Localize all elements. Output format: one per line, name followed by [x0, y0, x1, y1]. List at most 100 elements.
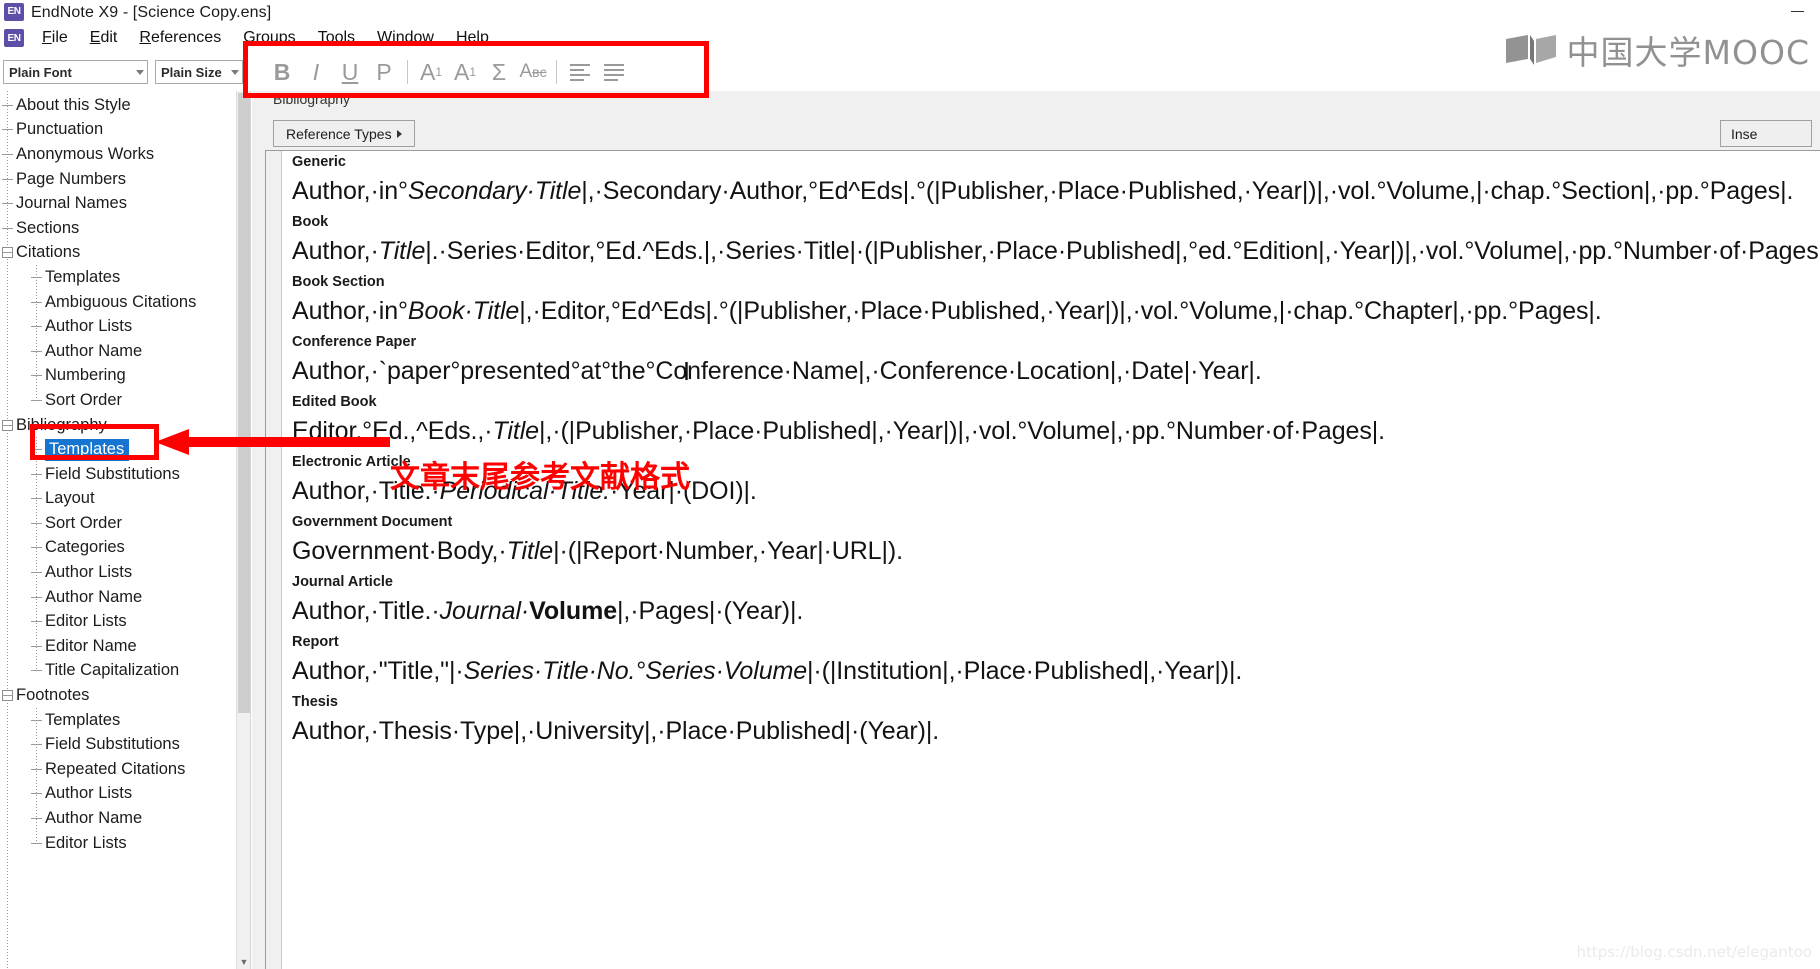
tree-item-label: Title Capitalization: [45, 661, 180, 680]
template-entry[interactable]: Conference Paper Author,·`paper°presented…: [292, 333, 1820, 391]
template-pattern-text[interactable]: Author,·Thesis·Type|,·University|,·Place…: [292, 712, 1820, 751]
tree-item-label: Sections: [16, 218, 80, 237]
underline-button[interactable]: U: [333, 57, 367, 87]
tree-item-label: Templates: [45, 438, 130, 461]
editor-header: Bibliography Reference Types Inse: [265, 91, 1812, 149]
italic-button[interactable]: I: [299, 57, 333, 87]
scroll-down-arrow-icon[interactable]: ▼: [237, 955, 250, 969]
subscript-icon[interactable]: A1: [448, 57, 482, 87]
tree-branch-dash: [2, 178, 13, 180]
menu-item-window[interactable]: Window: [366, 28, 445, 48]
template-entry[interactable]: Edited Book Editor,°Ed.,^Eds.,·Title|,·(|…: [292, 393, 1820, 451]
templates-list[interactable]: Generic Author,·in°Secondary·Title|,·Seco…: [283, 151, 1820, 969]
tree-branch-dash: [2, 424, 13, 426]
menu-item-groups[interactable]: Groups: [232, 28, 306, 48]
tree-branch-dash: [2, 153, 13, 155]
window-controls: [1774, 0, 1820, 25]
template-reference-type-name: Report: [292, 634, 339, 650]
tree-item-sections[interactable]: Sections: [0, 216, 236, 241]
chinese-annotation-text: 文章末尾参考文献格式: [390, 460, 690, 495]
format-button-group: B I U P A1 A1 Σ Aвc: [265, 57, 631, 87]
mooc-brand-watermark: 中国大学MOOC: [1504, 26, 1810, 74]
tree-item-label: Author Lists: [45, 563, 133, 582]
tree-item-label: Editor Lists: [45, 833, 127, 852]
template-entry[interactable]: Government Document Government·Body,·Titl…: [292, 513, 1820, 571]
tree-item-label: Author Name: [45, 341, 143, 360]
tree-branch-dash: [2, 695, 13, 697]
mooc-brand-text: 中国大学MOOC: [1566, 33, 1810, 72]
tree-item-label: Numbering: [45, 366, 126, 385]
endnote-icon: EN: [4, 2, 24, 21]
tree-item-journal-names[interactable]: Journal Names: [0, 191, 236, 216]
template-pattern-text[interactable]: Author,·Title|.·Series·Editor,°Ed.^Eds.|…: [292, 232, 1820, 271]
tree-item-label: Citations: [16, 243, 81, 262]
insert-field-button[interactable]: Inse: [1720, 120, 1812, 147]
tree-item-label: Field Substitutions: [45, 735, 180, 754]
menu-item-tools[interactable]: Tools: [307, 28, 366, 48]
superscript-icon[interactable]: A1: [414, 57, 448, 87]
template-reference-type-name: Book: [292, 214, 329, 230]
tree-item-label: Author Name: [45, 809, 143, 828]
csdn-url-watermark: https://blog.csdn.net/elegantoo: [1576, 943, 1812, 961]
tree-item-punctuation[interactable]: Punctuation: [0, 118, 236, 143]
template-reference-type-name: Conference Paper: [292, 334, 417, 350]
template-reference-type-name: Journal Article: [292, 574, 393, 590]
tree-guide-line: [36, 265, 37, 401]
reference-types-button[interactable]: Reference Types: [273, 120, 415, 147]
tree-item-label: Footnotes: [16, 686, 90, 705]
font-select[interactable]: Plain Font: [3, 60, 148, 84]
tree-branch-dash: [2, 104, 13, 106]
tree-item-label: Author Lists: [45, 317, 133, 336]
font-size-select[interactable]: Plain Size: [155, 60, 243, 84]
style-sections-tree[interactable]: About this Style Punctuation Anonymous Wor…: [0, 91, 236, 855]
template-entry[interactable]: Report Author,·"Title,"|·Series·Title·No.…: [292, 633, 1820, 691]
tree-item-label: Layout: [45, 489, 95, 508]
template-pattern-text[interactable]: Author,·in°Secondary·Title|,·Secondary·A…: [292, 172, 1820, 211]
tree-vertical-scrollbar[interactable]: ▲ ▼: [236, 91, 250, 969]
insert-field-label: Inse: [1731, 125, 1758, 142]
template-pattern-text[interactable]: Author,·`paper°presented°at°the°Conferen…: [292, 352, 1820, 391]
tree-guide-line: [36, 437, 37, 672]
align-left-icon[interactable]: [563, 57, 597, 87]
template-entry[interactable]: Generic Author,·in°Secondary·Title|,·Seco…: [292, 153, 1820, 211]
template-pattern-text[interactable]: Author,·Title.·Journal·Volume|,·Pages|·(…: [292, 592, 1820, 631]
template-entry[interactable]: Thesis Author,·Thesis·Type|,·University|,…: [292, 693, 1820, 751]
chevron-down-icon: [231, 70, 239, 75]
template-pattern-text[interactable]: Author,·in°Book·Title|,·Editor,°Ed^Eds|.…: [292, 292, 1820, 331]
font-select-value: Plain Font: [9, 64, 72, 80]
tree-scrollbar-thumb[interactable]: [238, 93, 250, 713]
align-justify-icon[interactable]: [597, 57, 631, 87]
tree-item-label: Author Lists: [45, 784, 133, 803]
menu-item-edit[interactable]: Edit: [79, 28, 129, 48]
tree-item-citations[interactable]: Citations: [0, 241, 236, 266]
menu-item-references[interactable]: References: [128, 28, 232, 48]
tree-item-footnotes[interactable]: Footnotes: [0, 683, 236, 708]
bold-button[interactable]: B: [265, 57, 299, 87]
menu-item-file[interactable]: File: [31, 28, 79, 48]
caret-right-icon: [396, 129, 402, 138]
tree-item-anonymous-works[interactable]: Anonymous Works: [0, 142, 236, 167]
tree-item-label: Categories: [45, 538, 125, 557]
minimize-button[interactable]: [1774, 0, 1820, 25]
tree-item-page-numbers[interactable]: Page Numbers: [0, 167, 236, 192]
template-pattern-text[interactable]: Author,·"Title,"|·Series·Title·No.°Serie…: [292, 652, 1820, 691]
menu-item-help[interactable]: Help: [445, 28, 500, 48]
tree-item-label: Page Numbers: [16, 169, 127, 188]
strikethrough-abc-icon[interactable]: Aвc: [516, 57, 550, 87]
symbol-sigma-icon[interactable]: Σ: [482, 57, 516, 87]
template-pattern-text[interactable]: Government·Body,·Title|·(|Report·Number,…: [292, 532, 1820, 571]
tree-item-label: Ambiguous Citations: [45, 292, 197, 311]
templates-document-area[interactable]: Generic Author,·in°Secondary·Title|,·Seco…: [265, 150, 1820, 969]
reference-types-label: Reference Types: [286, 125, 392, 142]
tree-item-label: Author Name: [45, 587, 143, 606]
template-entry[interactable]: Book Section Author,·in°Book·Title|,·Edit…: [292, 273, 1820, 331]
document-left-gutter: [266, 151, 282, 969]
endnote-style-editor-window: EN EndNote X9 - [Science Copy.ens] EN Fi…: [0, 0, 1820, 969]
tree-item-label: Bibliography: [16, 415, 107, 434]
template-entry[interactable]: Journal Article Author,·Title.·Journal·Vo…: [292, 573, 1820, 631]
template-pattern-text[interactable]: Editor,°Ed.,^Eds.,·Title|,·(|Publisher,·…: [292, 412, 1820, 451]
template-reference-type-name: Generic: [292, 154, 346, 170]
plain-text-button[interactable]: P: [367, 57, 401, 87]
tree-item-about-this-style[interactable]: About this Style: [0, 93, 236, 118]
template-entry[interactable]: Book Author,·Title|.·Series·Editor,°Ed.^E…: [292, 213, 1820, 271]
